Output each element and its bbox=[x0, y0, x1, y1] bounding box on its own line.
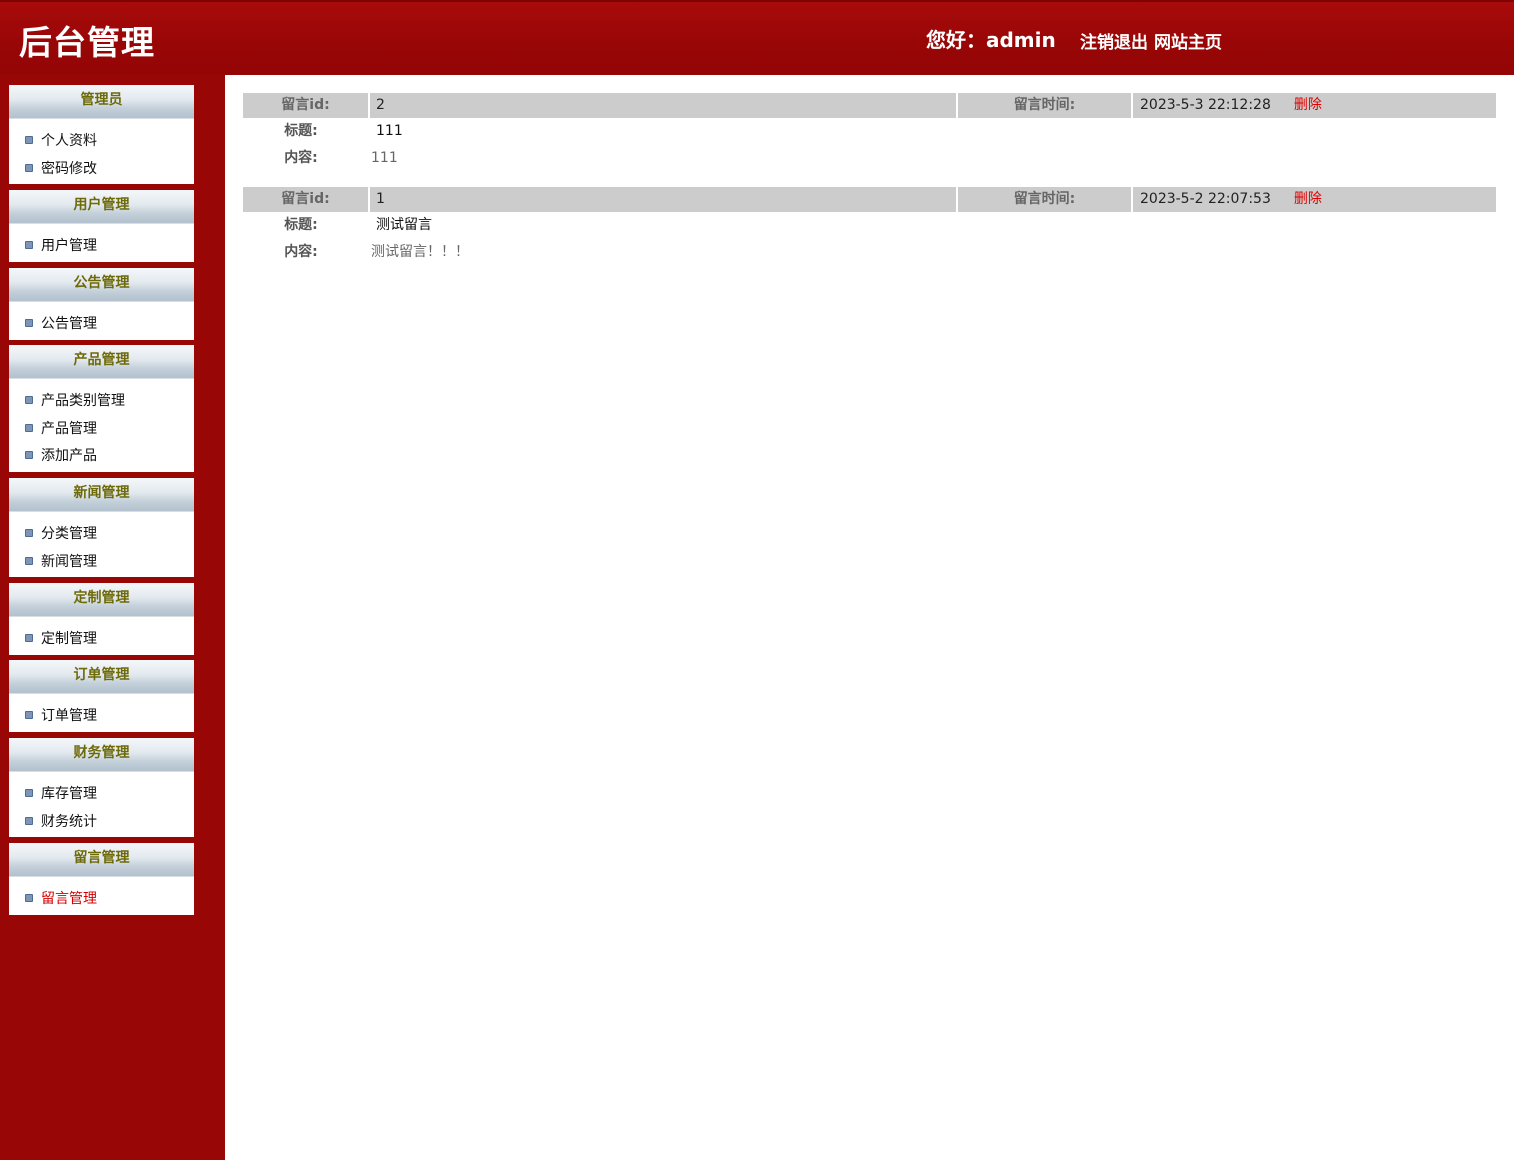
message-content-row: 内容: 111 bbox=[243, 145, 1496, 172]
message-title-label: 标题: bbox=[284, 123, 318, 139]
sidebar-item-custom-management[interactable]: 定制管理 bbox=[9, 627, 194, 655]
sidebar-group-title: 用户管理 bbox=[9, 190, 194, 224]
sidebar-item-category-management[interactable]: 分类管理 bbox=[9, 522, 194, 550]
sidebar-group-notices: 公告管理 公告管理 bbox=[9, 268, 194, 340]
sidebar-group-title: 留言管理 bbox=[9, 843, 194, 877]
message-title-label: 标题: bbox=[284, 217, 318, 233]
sidebar-group-title: 产品管理 bbox=[9, 345, 194, 379]
sidebar-item-profile[interactable]: 个人资料 bbox=[9, 129, 194, 157]
sidebar-item-product-categories[interactable]: 产品类别管理 bbox=[9, 389, 194, 417]
message-content-value: 测试留言！！！ bbox=[371, 244, 469, 260]
message-time-label: 留言时间: bbox=[958, 187, 1131, 212]
message-title-row: 标题: 测试留言 bbox=[243, 212, 1496, 239]
sidebar-item-label: 添加产品 bbox=[41, 448, 97, 464]
sidebar-item-news-management[interactable]: 新闻管理 bbox=[9, 550, 194, 578]
sidebar-group-messages: 留言管理 留言管理 bbox=[9, 843, 194, 915]
message-id-value: 1 bbox=[370, 187, 956, 212]
sidebar-item-label: 分类管理 bbox=[41, 526, 97, 542]
bullet-icon bbox=[25, 163, 33, 172]
delete-link[interactable]: 删除 bbox=[1294, 191, 1322, 207]
bullet-icon bbox=[25, 711, 33, 719]
sidebar-group-orders: 订单管理 订单管理 bbox=[9, 660, 194, 732]
sidebar-group-news: 新闻管理 分类管理 新闻管理 bbox=[9, 478, 194, 577]
sidebar-group-title: 公告管理 bbox=[9, 268, 194, 302]
sidebar-item-finance-stats[interactable]: 财务统计 bbox=[9, 810, 194, 838]
message-id-value: 2 bbox=[370, 93, 956, 118]
message-time-value: 2023-5-2 22:07:53 bbox=[1140, 191, 1271, 207]
bullet-icon bbox=[25, 319, 33, 327]
sidebar-group-custom: 定制管理 定制管理 bbox=[9, 583, 194, 655]
sidebar-item-label: 密码修改 bbox=[41, 160, 97, 177]
sidebar: 管理员 个人资料 密码修改 用户管理 用户管理 公告管理 公告管理 产品管理 产… bbox=[0, 75, 225, 1160]
sidebar-item-label: 新闻管理 bbox=[41, 553, 97, 570]
message-entry: 留言id: 2 留言时间: 2023-5-3 22:12:28 删除 标题: 11… bbox=[243, 93, 1496, 187]
sidebar-item-order-management[interactable]: 订单管理 bbox=[9, 704, 194, 732]
message-id-label: 留言id: bbox=[243, 187, 368, 212]
sidebar-group-title: 定制管理 bbox=[9, 583, 194, 617]
sidebar-item-message-management[interactable]: 留言管理 bbox=[9, 887, 194, 915]
sidebar-item-label: 定制管理 bbox=[41, 631, 97, 647]
bullet-icon bbox=[25, 789, 33, 797]
message-title-value: 测试留言 bbox=[376, 217, 432, 233]
bullet-icon bbox=[25, 816, 33, 825]
bullet-icon bbox=[25, 136, 33, 144]
message-header-row: 留言id: 1 留言时间: 2023-5-2 22:07:53 删除 bbox=[243, 187, 1496, 212]
message-list: 留言id: 2 留言时间: 2023-5-3 22:12:28 删除 标题: 11… bbox=[243, 93, 1496, 281]
bullet-icon bbox=[25, 556, 33, 565]
message-content-row: 内容: 测试留言！！！ bbox=[243, 239, 1496, 266]
sidebar-group-title: 财务管理 bbox=[9, 738, 194, 772]
message-title-row: 标题: 111 bbox=[243, 118, 1496, 145]
delete-link[interactable]: 删除 bbox=[1294, 97, 1322, 113]
bullet-icon bbox=[25, 451, 33, 459]
message-entry: 留言id: 1 留言时间: 2023-5-2 22:07:53 删除 标题: 测试… bbox=[243, 187, 1496, 281]
sidebar-item-notice-management[interactable]: 公告管理 bbox=[9, 312, 194, 340]
message-content-label: 内容: bbox=[284, 244, 318, 260]
sidebar-item-label: 产品管理 bbox=[41, 420, 97, 437]
sidebar-group-title: 订单管理 bbox=[9, 660, 194, 694]
header-links: 注销退出 网站主页 bbox=[1080, 28, 1222, 53]
sidebar-item-label: 公告管理 bbox=[41, 316, 97, 332]
sidebar-item-product-management[interactable]: 产品管理 bbox=[9, 417, 194, 445]
logout-link[interactable]: 注销退出 bbox=[1080, 33, 1148, 53]
user-greeting: 您好：admin bbox=[926, 28, 1056, 52]
top-header: 后台管理 您好：admin 注销退出 网站主页 bbox=[0, 0, 1514, 75]
bullet-icon bbox=[25, 396, 33, 404]
message-header-row: 留言id: 2 留言时间: 2023-5-3 22:12:28 删除 bbox=[243, 93, 1496, 118]
bullet-icon bbox=[25, 894, 33, 902]
sidebar-item-label: 财务统计 bbox=[41, 813, 97, 830]
sidebar-group-finance: 财务管理 库存管理 财务统计 bbox=[9, 738, 194, 837]
sidebar-item-inventory[interactable]: 库存管理 bbox=[9, 782, 194, 810]
home-link[interactable]: 网站主页 bbox=[1154, 33, 1222, 53]
bullet-icon bbox=[25, 423, 33, 432]
bullet-icon bbox=[25, 529, 33, 537]
sidebar-item-user-management[interactable]: 用户管理 bbox=[9, 234, 194, 262]
message-content-value: 111 bbox=[371, 150, 398, 166]
message-content-label: 内容: bbox=[284, 150, 318, 166]
sidebar-item-label: 产品类别管理 bbox=[41, 393, 125, 409]
app-title: 后台管理 bbox=[19, 23, 155, 62]
message-time-cell: 2023-5-3 22:12:28 删除 bbox=[1133, 93, 1496, 118]
message-time-label: 留言时间: bbox=[958, 93, 1131, 118]
sidebar-item-add-product[interactable]: 添加产品 bbox=[9, 444, 194, 472]
message-id-label: 留言id: bbox=[243, 93, 368, 118]
message-time-value: 2023-5-3 22:12:28 bbox=[1140, 97, 1271, 113]
sidebar-group-title: 新闻管理 bbox=[9, 478, 194, 512]
sidebar-item-label: 个人资料 bbox=[41, 133, 97, 149]
message-title-value: 111 bbox=[376, 123, 403, 139]
sidebar-item-label: 用户管理 bbox=[41, 238, 97, 254]
sidebar-group-admin: 管理员 个人资料 密码修改 bbox=[9, 85, 194, 184]
sidebar-group-products: 产品管理 产品类别管理 产品管理 添加产品 bbox=[9, 345, 194, 472]
message-time-cell: 2023-5-2 22:07:53 删除 bbox=[1133, 187, 1496, 212]
sidebar-item-label: 留言管理 bbox=[41, 891, 97, 907]
sidebar-item-password[interactable]: 密码修改 bbox=[9, 157, 194, 185]
sidebar-item-label: 库存管理 bbox=[41, 786, 97, 802]
bullet-icon bbox=[25, 634, 33, 642]
sidebar-group-users: 用户管理 用户管理 bbox=[9, 190, 194, 262]
bullet-icon bbox=[25, 241, 33, 249]
sidebar-item-label: 订单管理 bbox=[41, 708, 97, 724]
sidebar-group-title: 管理员 bbox=[9, 85, 194, 119]
